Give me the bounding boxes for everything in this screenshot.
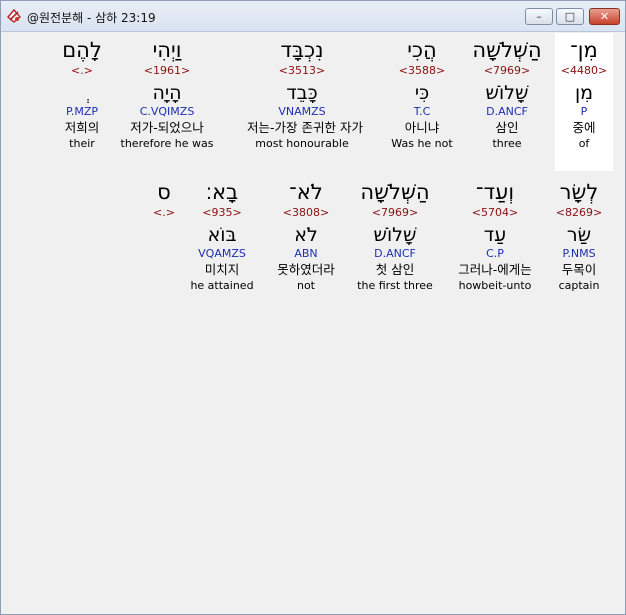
window-title: @원전분해 - 삼하 23:19 [27,11,156,25]
parsing-code: P.MZP [65,105,99,118]
word-row1-6[interactable]: לָהֶם <.> ְ P.MZP 저희의 their [27,37,137,151]
korean-gloss: 저는-가장 존귀한 자가 [247,120,363,135]
word-row2-6[interactable]: ס <.> [134,179,194,221]
strongs-number[interactable]: <.> [27,63,137,79]
parsing-code: C.P [486,247,504,260]
minimize-icon: – [536,10,542,23]
minimize-button[interactable]: – [525,8,553,25]
strongs-number[interactable]: <3513> [247,63,357,79]
hebrew-word: לָהֶם [62,38,102,62]
parsing-code: VNAMZS [278,105,326,118]
korean-gloss: 그러나-에게는 [458,262,532,277]
title-bar[interactable]: @원전분해 - 삼하 23:19 – □ ✕ [1,1,625,32]
close-icon: ✕ [599,10,610,23]
app-window: @원전분해 - 삼하 23:19 – □ ✕ מִן־ <4480> מִן P… [0,0,626,615]
hebrew-lemma: כָּבֵד [286,82,318,104]
word-row1-4[interactable]: נִכְבָּד <3513> כָּבֵד VNAMZS 저는-가장 존귀한 … [247,37,363,151]
english-gloss: howbeit-unto [458,279,532,292]
hebrew-word: הֲכִי [407,38,437,62]
strongs-number[interactable]: <.> [134,205,194,221]
app-logo-icon [7,8,21,23]
interlinear-panel: מִן־ <4480> מִן P 중에 of הַשְּׁלֹשָׁה <79… [4,33,621,610]
hebrew-word: ס [157,180,171,204]
hebrew-lemma: בּוֹא [207,224,237,246]
hebrew-lemma: עַד [483,224,507,246]
maximize-icon: □ [564,10,576,23]
strongs-number[interactable]: <5704> [440,205,550,221]
close-button[interactable]: ✕ [589,8,620,25]
word-row2-2[interactable]: וְעַד־ <5704> עַד C.P 그러나-에게는 howbeit-un… [440,179,550,293]
parsing-code: T.C [413,105,431,118]
hebrew-lemma: כִּי [414,82,430,104]
parsing-code: VQAMZS [198,247,246,260]
english-gloss: Was he not [391,137,453,150]
korean-gloss: 저희의 [64,120,100,135]
english-gloss: their [69,137,95,150]
maximize-button[interactable]: □ [556,8,584,25]
korean-gloss: 미치지 [204,262,240,277]
english-gloss: most honourable [255,137,349,150]
hebrew-word: וְעַד־ [475,180,515,204]
strongs-number[interactable]: <3588> [367,63,477,79]
hebrew-lemma: ְ [27,81,137,105]
hebrew-word: נִכְבָּד [280,38,324,62]
word-row1-3[interactable]: הֲכִי <3588> כִּי T.C 아니냐 Was he not [367,37,477,151]
english-gloss: he attained [190,279,254,292]
korean-gloss: 아니냐 [404,120,440,135]
